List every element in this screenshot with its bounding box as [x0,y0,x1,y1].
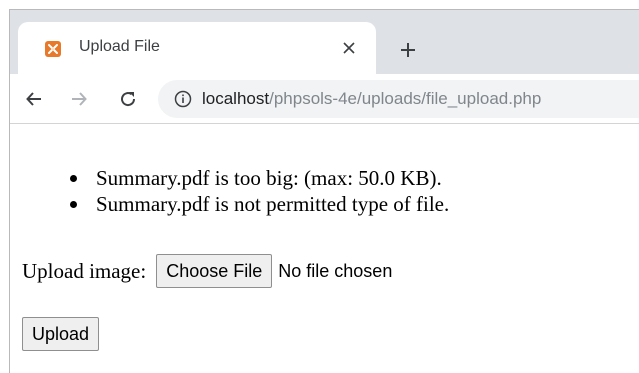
close-icon[interactable] [337,36,361,60]
choose-file-button[interactable]: Choose File [156,254,273,288]
url-path: /phpsols-4e/uploads/file_upload.php [269,89,542,108]
browser-window: Upload File localhost/phpsols-4e/uploads… [9,9,639,373]
file-status-text: No file chosen [278,260,393,281]
info-icon[interactable] [174,90,192,108]
xampp-icon [45,41,61,57]
url-text: localhost/phpsols-4e/uploads/file_upload… [202,89,541,109]
url-host: localhost [202,89,270,108]
upload-label: Upload image: [22,258,147,283]
browser-toolbar: localhost/phpsols-4e/uploads/file_upload… [10,74,639,124]
reload-icon[interactable] [114,85,142,113]
tab-upload-file[interactable]: Upload File [18,22,376,74]
plus-icon[interactable] [394,36,422,64]
page-content: Summary.pdf is too big: (max: 50.0 KB). … [10,125,639,373]
error-item: Summary.pdf is too big: (max: 50.0 KB). [62,165,449,191]
error-item: Summary.pdf is not permitted type of fil… [62,191,449,217]
tab-title: Upload File [79,38,160,55]
address-bar[interactable]: localhost/phpsols-4e/uploads/file_upload… [158,80,639,118]
arrow-right-icon[interactable] [65,85,93,113]
error-list: Summary.pdf is too big: (max: 50.0 KB). … [62,165,449,217]
upload-button[interactable]: Upload [22,317,100,351]
tab-strip: Upload File [10,10,639,74]
upload-form-row: Upload image: Choose File No file chosen [22,253,392,289]
arrow-left-icon[interactable] [20,85,48,113]
